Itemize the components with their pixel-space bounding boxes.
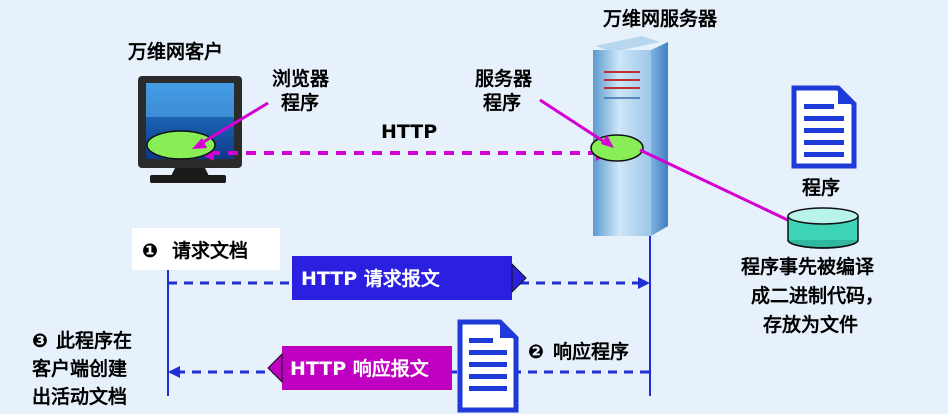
request-arrowhead — [638, 277, 650, 289]
compiled-note-line3: 存放为文件 — [763, 313, 858, 336]
compiled-note-line2: 成二进制代码， — [751, 284, 884, 307]
diagram-svg: 万维网客户 万维网服务器 浏览器 程序 服务器 程序 HTTP 程序 程序事先被… — [32, 7, 884, 413]
program-document-icon — [791, 85, 857, 169]
response-arrowhead — [168, 366, 180, 378]
step2-label: 响应程序 — [553, 340, 629, 363]
file-storage-cylinder — [787, 207, 859, 249]
step1-label: 请求文档 — [172, 239, 248, 262]
client-title: 万维网客户 — [127, 40, 223, 63]
response-document-icon — [457, 319, 519, 413]
step3-line2: 客户端创建 — [32, 357, 127, 380]
server-program-label-line1: 服务器 — [475, 67, 533, 90]
document-program-label: 程序 — [802, 176, 840, 199]
server-title: 万维网服务器 — [602, 7, 718, 30]
request-message-label: HTTP 请求报文 — [301, 267, 441, 290]
server-program-label-line2: 程序 — [483, 91, 521, 114]
http-label: HTTP — [381, 121, 437, 143]
step3-line3: 出活动文档 — [32, 385, 127, 408]
compiled-note-line1: 程序事先被编译 — [741, 255, 875, 278]
browser-label-line2: 程序 — [281, 91, 319, 114]
step3-marker: ❸ — [32, 330, 48, 352]
response-message-label: HTTP 响应报文 — [290, 357, 430, 380]
browser-label-line1: 浏览器 — [272, 67, 330, 90]
step3-line1: 此程序在 — [56, 329, 132, 352]
step1-marker: ❶ — [142, 240, 158, 262]
step2-marker: ❷ — [528, 341, 544, 363]
diagram-canvas: 万维网客户 万维网服务器 浏览器 程序 服务器 程序 HTTP 程序 程序事先被… — [0, 0, 948, 414]
